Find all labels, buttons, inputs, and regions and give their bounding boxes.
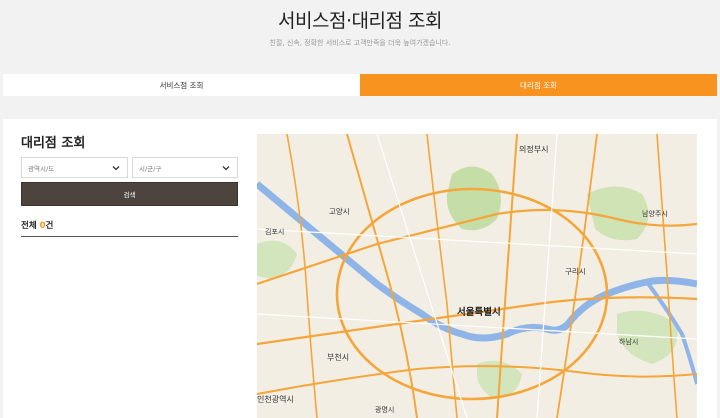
chevron-down-icon [112, 165, 120, 170]
map-label-incheon: 인천광역시 [257, 394, 294, 404]
search-panel: 대리점 조회 광역시/도 시/군/구 검색 전체 0건 의정부시 남양주시 고양… [3, 119, 717, 418]
result-count: 전체 0건 [21, 219, 53, 231]
map-view[interactable]: 의정부시 남양주시 고양시 구리시 서울특별시 부천시 광명시 인천광역시 하남… [257, 134, 697, 418]
map-label-gwangmyeong: 광명시 [375, 405, 394, 414]
search-button[interactable]: 검색 [21, 182, 238, 206]
tab-bar: 서비스점 조회 대리점 조회 [3, 74, 717, 96]
city-select-value: 시/군/구 [139, 164, 162, 173]
page-subtitle: 친절, 신속, 정확한 서비스로 고객만족을 더욱 높여가겠습니다. [269, 39, 451, 47]
tab-dealer[interactable]: 대리점 조회 [360, 74, 717, 96]
map-label-gimpo: 김포시 [265, 228, 284, 236]
city-select[interactable]: 시/군/구 [132, 157, 238, 178]
count-prefix: 전체 [21, 221, 37, 231]
map-label-goyang: 고양시 [329, 207, 350, 216]
chevron-down-icon [222, 165, 230, 170]
map-label-bucheon: 부천시 [327, 352, 349, 362]
page-title: 서비스점·대리점 조회 [278, 10, 442, 32]
count-divider [21, 236, 238, 237]
map-label-guri: 구리시 [565, 267, 586, 276]
map-label-uijeongbu: 의정부시 [519, 144, 548, 154]
map-label-namyangju: 남양주시 [642, 209, 668, 218]
map-label-hanam: 하남시 [619, 337, 638, 346]
map-canvas[interactable]: 의정부시 남양주시 고양시 구리시 서울특별시 부천시 광명시 인천광역시 하남… [257, 134, 697, 418]
province-select-value: 광역시/도 [28, 164, 55, 173]
map-label-seoul: 서울특별시 [457, 306, 501, 318]
province-select[interactable]: 광역시/도 [21, 157, 128, 178]
section-title: 대리점 조회 [21, 136, 86, 151]
tab-service-center[interactable]: 서비스점 조회 [3, 74, 360, 96]
count-suffix: 건 [45, 221, 54, 231]
